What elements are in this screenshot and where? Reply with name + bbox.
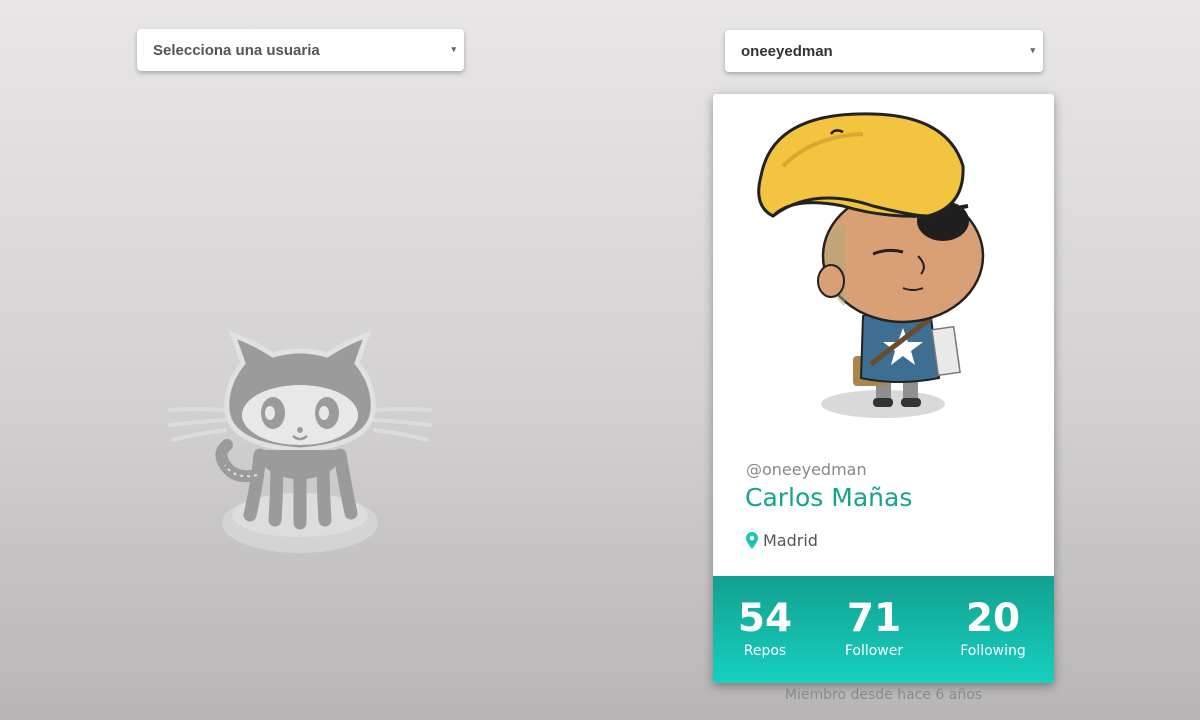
profile-location-label: Madrid bbox=[763, 531, 818, 550]
user-select-right[interactable]: oneeyedman ▾ bbox=[725, 30, 1043, 72]
cartoon-avatar-icon bbox=[753, 106, 993, 426]
stat-repos: 54 Repos bbox=[715, 596, 815, 660]
profile-handle: @oneeyedman bbox=[746, 460, 867, 479]
octocat-icon bbox=[165, 315, 435, 565]
stat-follower-value: 71 bbox=[846, 596, 902, 641]
user-select-left-value: Selecciona una usuaria bbox=[153, 41, 320, 59]
stat-follower-label: Follower bbox=[844, 643, 904, 659]
user-select-right-value: oneeyedman bbox=[741, 42, 833, 60]
stat-following-value: 20 bbox=[965, 596, 1021, 641]
stat-follower: 71 Follower bbox=[824, 596, 924, 660]
stat-repos-label: Repos bbox=[743, 643, 787, 659]
profile-location: Madrid bbox=[746, 531, 818, 550]
user-select-left[interactable]: Selecciona una usuaria ▾ bbox=[137, 29, 464, 71]
profile-card: @oneeyedman Carlos Mañas Madrid 54 Repos… bbox=[713, 94, 1054, 683]
chevron-down-icon: ▾ bbox=[451, 44, 456, 54]
stat-repos-value: 54 bbox=[737, 596, 793, 641]
chevron-down-icon: ▾ bbox=[1030, 45, 1035, 55]
member-since: Miembro desde hace 6 años bbox=[784, 687, 983, 703]
stat-following: 20 Following bbox=[943, 596, 1043, 660]
profile-stats: 54 Repos 71 Follower 20 Following bbox=[713, 576, 1054, 683]
map-pin-icon bbox=[746, 532, 758, 549]
profile-name: Carlos Mañas bbox=[745, 483, 913, 512]
stat-following-label: Following bbox=[960, 643, 1026, 659]
